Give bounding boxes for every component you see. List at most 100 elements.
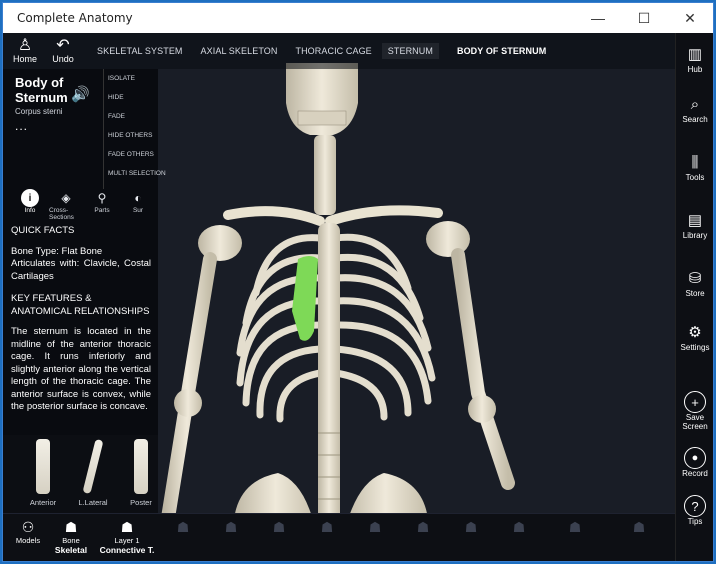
layer-icon: ☗: [568, 519, 582, 535]
structure-actions: ISOLATE HIDE FADE HIDE OTHERS FADE OTHER…: [103, 69, 166, 189]
close-button[interactable]: ✕: [667, 3, 713, 33]
undo-button[interactable]: ↶ Undo: [47, 37, 79, 65]
home-button[interactable]: ♙ Home: [9, 37, 41, 65]
undo-label: Undo: [52, 54, 74, 64]
layer-icon: ☗: [224, 519, 238, 535]
bone-layer-label: Bone: [62, 536, 80, 545]
speaker-icon[interactable]: 🔊: [71, 85, 90, 103]
layer-icon: ☗: [176, 519, 190, 535]
breadcrumb-axial-skeleton[interactable]: AXIAL SKELETON: [201, 46, 278, 56]
thumbnail-posterior-label: Poster: [130, 498, 152, 507]
info-tabs: i Info ◈ Cross-Sections ⚲ Parts ◐ Sur: [13, 189, 158, 221]
layers-icon: ◈: [61, 191, 71, 205]
key-features-heading: KEY FEATURES & ANATOMICAL RELATIONSHIPS: [11, 293, 150, 317]
bone-layer-button[interactable]: ☗ Bone Skeletal: [43, 518, 99, 555]
hub-button[interactable]: ▥ Hub: [676, 43, 713, 74]
thumbnail-lateral[interactable]: L.Lateral: [71, 438, 115, 507]
person-icon: ♙: [17, 37, 33, 54]
multi-selection-action[interactable]: MULTI SELECTION: [104, 164, 166, 183]
connective-layer-label: Layer 1: [114, 536, 140, 545]
store-button[interactable]: ⛁ Store: [676, 267, 713, 298]
layer-icon: ☗: [632, 519, 646, 535]
tab-cross-sections[interactable]: ◈ Cross-Sections: [49, 189, 83, 221]
connective-layer-button[interactable]: ☗ Layer 1 Connective T.: [99, 518, 155, 555]
tips-button[interactable]: ? Tips: [676, 495, 713, 526]
tab-surface[interactable]: ◐ Sur: [121, 189, 155, 221]
layer-slot-8[interactable]: ☗: [491, 518, 547, 536]
view-thumbnails: Anterior L.Lateral Poster: [3, 435, 158, 513]
search-label: Search: [682, 115, 708, 124]
library-label: Library: [682, 231, 708, 240]
layer-icon: ☗: [272, 519, 286, 535]
tab-surface-label: Sur: [132, 207, 144, 214]
maximize-button[interactable]: ☐: [621, 3, 667, 33]
tab-parts[interactable]: ⚲ Parts: [85, 189, 119, 221]
search-button[interactable]: ⌕ Search: [676, 93, 713, 125]
top-navigation: ♙ Home ↶ Undo SKELETAL SYSTEM AXIAL SKEL…: [3, 33, 675, 69]
breadcrumb-sternum[interactable]: STERNUM: [381, 43, 439, 59]
breadcrumb-body-of-sternum[interactable]: BODY OF STERNUM: [457, 46, 546, 56]
record-label: Record: [682, 469, 708, 478]
skeleton-model[interactable]: [158, 63, 675, 513]
isolate-action[interactable]: ISOLATE: [104, 69, 158, 88]
library-button[interactable]: ▤ Library: [676, 209, 713, 240]
bottom-layer-bar: ⚇ Models ☗ Bone Skeletal ☗ Layer 1 Conne…: [3, 513, 675, 561]
thumbnail-anterior[interactable]: Anterior: [21, 439, 65, 507]
quick-facts-heading: QUICK FACTS: [11, 225, 75, 236]
bone-layer-sublabel: Skeletal: [54, 545, 88, 555]
settings-button[interactable]: ⚙ Settings: [676, 321, 713, 352]
models-icon: ⚇: [21, 519, 35, 535]
layer-icon: ☗: [320, 519, 334, 535]
thumbnail-lateral-label: L.Lateral: [78, 498, 108, 507]
title-bar: Complete Anatomy — ☐ ✕: [3, 3, 713, 33]
structure-header: Body of Sternum Corpus sterni ...: [15, 75, 105, 133]
layer-slot-10[interactable]: ☗: [611, 518, 667, 536]
tab-info[interactable]: i Info: [13, 189, 47, 221]
tab-cross-sections-label: Cross-Sections: [49, 207, 74, 221]
layer-icon: ☗: [512, 519, 526, 535]
save-screen-button[interactable]: + Save Screen: [676, 391, 713, 431]
thumbnail-posterior[interactable]: Poster: [119, 439, 163, 507]
minimize-button[interactable]: —: [575, 3, 621, 33]
window-controls: — ☐ ✕: [575, 3, 713, 33]
hide-action[interactable]: HIDE: [104, 88, 158, 107]
app-window: Complete Anatomy — ☐ ✕ ♙ Home ↶ Undo SKE…: [2, 2, 714, 562]
sternum-anterior-image: [36, 439, 50, 494]
breadcrumb-thoracic-cage[interactable]: THORACIC CAGE: [295, 46, 371, 56]
sternum-lateral-image: [82, 438, 104, 495]
breadcrumb-skeletal-system[interactable]: SKELETAL SYSTEM: [97, 46, 183, 56]
thumbnail-anterior-label: Anterior: [29, 498, 57, 507]
tools-button[interactable]: ⫼ Tools: [676, 151, 713, 183]
structure-name: Body of Sternum: [15, 75, 68, 105]
undo-icon: ↶: [56, 37, 70, 54]
structure-latin-name: Corpus sterni: [15, 107, 63, 116]
bone-type-text: Bone Type: Flat Bone: [11, 245, 103, 257]
fade-action[interactable]: FADE: [104, 107, 158, 126]
tips-label: Tips: [687, 517, 703, 526]
bone-icon: ⚲: [97, 191, 107, 205]
hub-icon: ▥: [687, 46, 703, 63]
store-icon: ⛁: [688, 270, 702, 287]
store-label: Store: [685, 289, 705, 298]
right-toolbar: ▥ Hub ⌕ Search ⫼ Tools ▤ Library ⛁ Store…: [675, 33, 713, 561]
record-icon: ●: [684, 447, 706, 469]
layer-slot-9[interactable]: ☗: [547, 518, 603, 536]
record-button[interactable]: ● Record: [676, 447, 713, 478]
description-paragraph: The sternum is located in the midline of…: [11, 326, 151, 412]
fade-others-action[interactable]: FADE OTHERS: [104, 145, 158, 164]
skeleton-icon: ☗: [64, 519, 78, 535]
tab-info-label: Info: [24, 207, 36, 214]
layer-icon: ☗: [416, 519, 430, 535]
gear-icon: ⚙: [688, 324, 702, 341]
more-options-button[interactable]: ...: [15, 119, 105, 133]
save-screen-label: Save Screen: [682, 413, 708, 431]
settings-label: Settings: [680, 343, 710, 352]
plus-icon: +: [684, 391, 706, 413]
layer-icon: ☗: [464, 519, 478, 535]
surface-icon: ◐: [134, 191, 142, 205]
home-label: Home: [12, 54, 37, 64]
window-title: Complete Anatomy: [17, 11, 133, 25]
articulates-text: Articulates with: Clavicle, Costal Carti…: [11, 258, 151, 282]
tools-icon: ⫼: [691, 153, 699, 171]
hide-others-action[interactable]: HIDE OTHERS: [104, 126, 158, 145]
